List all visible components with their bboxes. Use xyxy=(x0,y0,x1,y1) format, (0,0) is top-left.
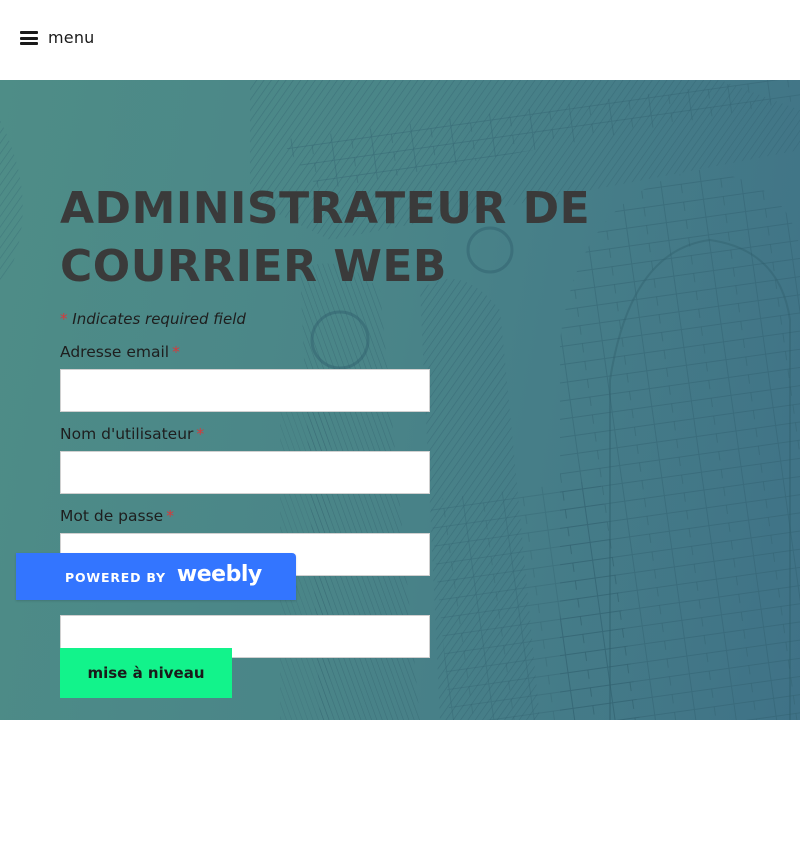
email-label: Adresse email * xyxy=(60,343,180,361)
hamburger-icon[interactable] xyxy=(20,31,38,45)
username-field[interactable] xyxy=(60,451,430,494)
required-note-text: Indicates required field xyxy=(72,310,246,328)
menu-label[interactable]: menu xyxy=(48,28,95,47)
required-asterisk: * xyxy=(60,310,68,328)
required-field-note: * Indicates required field xyxy=(60,308,430,330)
site-header: menu xyxy=(0,0,800,80)
upgrade-submit-button[interactable]: mise à niveau xyxy=(60,648,232,698)
email-field[interactable] xyxy=(60,369,430,412)
powered-by-weebly-badge[interactable]: POWERED BY weebly xyxy=(16,553,296,600)
weebly-logo: weebly xyxy=(176,562,262,587)
menu-button[interactable]: menu xyxy=(20,28,95,47)
powered-by-text: POWERED BY xyxy=(65,569,166,585)
username-label: Nom d'utilisateur * xyxy=(60,425,205,443)
page-title: ADMINISTRATEUR DE COURRIER WEB xyxy=(60,183,591,292)
login-form: * Indicates required field Adresse email… xyxy=(60,308,430,658)
password-label: Mot de passe * xyxy=(60,507,174,525)
